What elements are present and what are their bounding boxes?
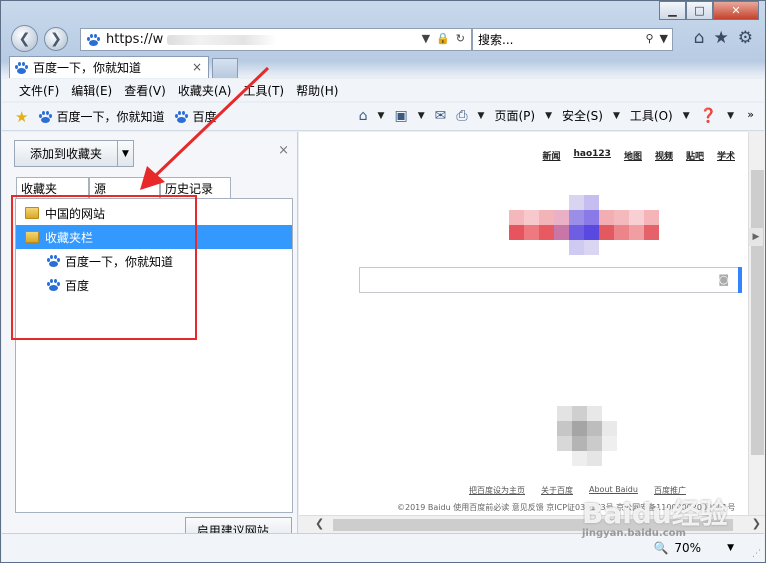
watermark: Baidu经验 jingyan.baidu.com	[582, 492, 728, 539]
arrow-line	[151, 66, 270, 180]
watermark-text: Baidu经验	[582, 497, 728, 530]
annotation-arrow	[140, 66, 270, 190]
